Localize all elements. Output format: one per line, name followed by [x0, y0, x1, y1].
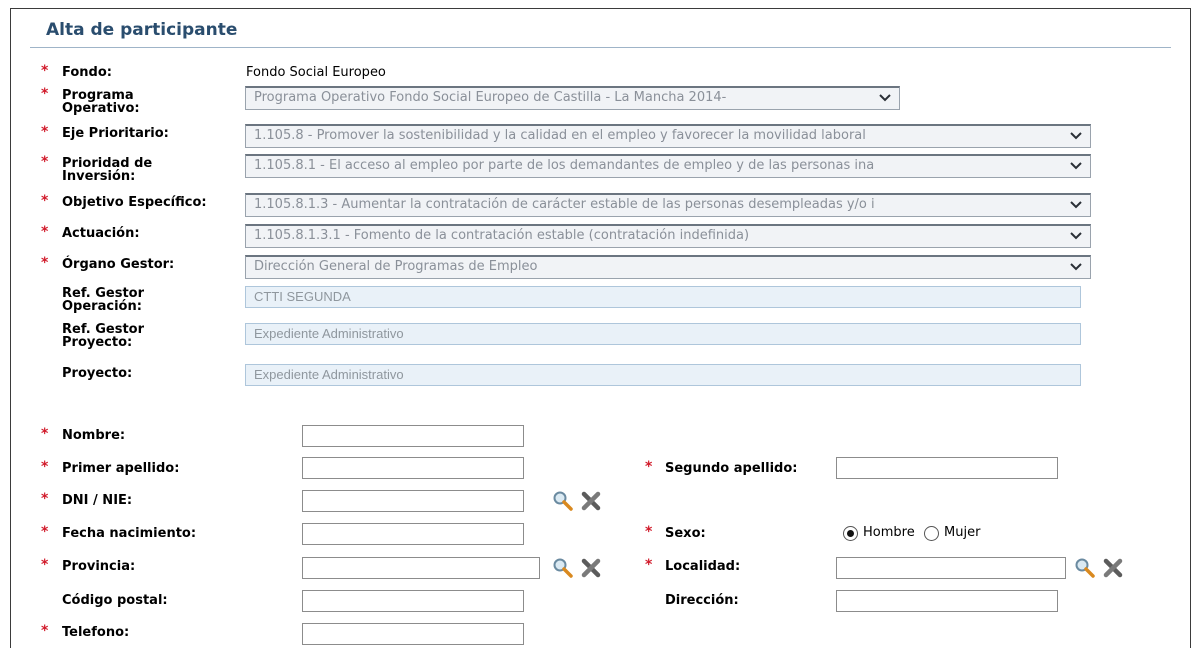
- ref-proyecto-field: Expediente Administrativo: [245, 323, 1081, 345]
- sexo-hombre-radio[interactable]: [843, 526, 858, 541]
- required-mark: *: [41, 124, 49, 140]
- programa-select[interactable]: Programa Operativo Fondo Social Europeo …: [245, 86, 900, 110]
- eje-label: Eje Prioritario:: [62, 126, 169, 141]
- nombre-input[interactable]: [302, 425, 524, 447]
- organo-label: Órgano Gestor:: [62, 257, 175, 272]
- prioridad-value: 1.105.8.1 - El acceso al empleo por part…: [254, 158, 875, 173]
- chevron-down-icon: [1070, 162, 1082, 170]
- telefono-input[interactable]: [302, 623, 524, 645]
- required-mark: *: [645, 524, 653, 540]
- programa-label: Programa Operativo:: [62, 88, 140, 116]
- required-mark: *: [41, 623, 49, 639]
- ref-operacion-label: Ref. Gestor Operación:: [62, 286, 145, 314]
- organo-value: Dirección General de Programas de Empleo: [254, 259, 538, 274]
- prioridad-label: Prioridad de Inversión:: [62, 156, 153, 184]
- required-mark: *: [41, 557, 49, 573]
- chevron-down-icon: [1070, 201, 1082, 209]
- clear-icon[interactable]: [1102, 557, 1124, 579]
- fondo-label: Fondo:: [62, 65, 112, 80]
- required-mark: *: [41, 86, 49, 102]
- objetivo-select[interactable]: 1.105.8.1.3 - Aumentar la contratación d…: [245, 193, 1091, 217]
- title-divider: [30, 47, 1171, 48]
- nombre-label: Nombre:: [62, 428, 126, 443]
- required-mark: *: [41, 255, 49, 271]
- sexo-label: Sexo:: [665, 526, 706, 541]
- search-icon[interactable]: [1074, 557, 1096, 579]
- actuacion-label: Actuación:: [62, 226, 140, 241]
- objetivo-label: Objetivo Específico:: [62, 195, 207, 210]
- required-mark: *: [41, 426, 49, 442]
- proyecto-label: Proyecto:: [62, 366, 133, 381]
- page-title: Alta de participante: [46, 20, 238, 40]
- chevron-down-icon: [1070, 232, 1082, 240]
- direccion-label: Dirección:: [665, 593, 739, 608]
- chevron-down-icon: [1070, 132, 1082, 140]
- segundo-apellido-label: Segundo apellido:: [665, 461, 798, 476]
- prioridad-select[interactable]: 1.105.8.1 - El acceso al empleo por part…: [245, 154, 1091, 178]
- objetivo-value: 1.105.8.1.3 - Aumentar la contratación d…: [254, 197, 875, 212]
- required-mark: *: [645, 557, 653, 573]
- clear-icon[interactable]: [580, 557, 602, 579]
- codigo-postal-input[interactable]: [302, 590, 524, 612]
- sexo-mujer-label: Mujer: [944, 525, 981, 540]
- actuacion-value: 1.105.8.1.3.1 - Fomento de la contrataci…: [254, 228, 750, 243]
- required-mark: *: [645, 459, 653, 475]
- ref-proyecto-label: Ref. Gestor Proyecto:: [62, 322, 145, 350]
- proyecto-field: Expediente Administrativo: [245, 364, 1081, 386]
- provincia-input[interactable]: [302, 557, 540, 579]
- eje-select[interactable]: 1.105.8 - Promover la sostenibilidad y l…: [245, 124, 1091, 148]
- chevron-down-icon: [879, 94, 891, 102]
- required-mark: *: [41, 63, 49, 79]
- dni-label: DNI / NIE:: [62, 493, 133, 508]
- required-mark: *: [41, 524, 49, 540]
- programa-value: Programa Operativo Fondo Social Europeo …: [254, 90, 727, 105]
- clear-icon[interactable]: [580, 490, 602, 512]
- sexo-mujer-radio[interactable]: [924, 526, 939, 541]
- fecha-nacimiento-input[interactable]: [302, 523, 524, 545]
- ref-operacion-field: CTTI SEGUNDA: [245, 286, 1081, 308]
- dni-input[interactable]: [302, 490, 524, 512]
- fecha-nacimiento-label: Fecha nacimiento:: [62, 526, 197, 541]
- sexo-hombre-label: Hombre: [863, 525, 915, 540]
- required-mark: *: [41, 491, 49, 507]
- localidad-input[interactable]: [836, 557, 1066, 579]
- codigo-postal-label: Código postal:: [62, 593, 168, 608]
- fondo-value: Fondo Social Europeo: [246, 65, 386, 80]
- primer-apellido-label: Primer apellido:: [62, 461, 180, 476]
- required-mark: *: [41, 193, 49, 209]
- eje-value: 1.105.8 - Promover la sostenibilidad y l…: [254, 128, 866, 143]
- telefono-label: Telefono:: [62, 625, 130, 640]
- organo-select[interactable]: Dirección General de Programas de Empleo: [245, 255, 1091, 279]
- search-icon[interactable]: [552, 557, 574, 579]
- search-icon[interactable]: [552, 490, 574, 512]
- required-mark: *: [41, 224, 49, 240]
- required-mark: *: [41, 154, 49, 170]
- actuacion-select[interactable]: 1.105.8.1.3.1 - Fomento de la contrataci…: [245, 224, 1091, 248]
- direccion-input[interactable]: [836, 590, 1058, 612]
- provincia-label: Provincia:: [62, 559, 136, 574]
- chevron-down-icon: [1070, 263, 1082, 271]
- primer-apellido-input[interactable]: [302, 457, 524, 479]
- required-mark: *: [41, 459, 49, 475]
- segundo-apellido-input[interactable]: [836, 457, 1058, 479]
- localidad-label: Localidad:: [665, 559, 741, 574]
